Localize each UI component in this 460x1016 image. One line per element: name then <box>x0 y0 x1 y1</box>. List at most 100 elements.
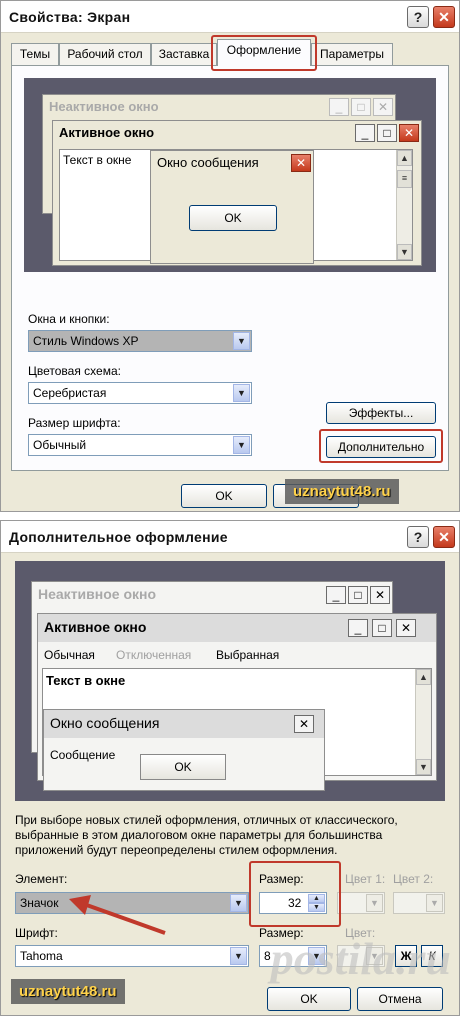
tab-label: Заставка <box>158 47 210 61</box>
watermark: uznaytut48.ru <box>285 479 399 504</box>
close-icon: ✕ <box>294 715 314 733</box>
close-icon: ✕ <box>373 98 393 116</box>
watermark: uznaytut48.ru <box>11 979 125 1004</box>
minimize-icon: _ <box>326 586 346 604</box>
color1-select[interactable]: ▼ <box>337 892 385 914</box>
chevron-down-icon: ▼ <box>230 947 247 965</box>
windows-buttons-select[interactable]: Стиль Windows XP ▼ <box>28 330 252 352</box>
scroll-up-icon: ▲ <box>416 669 431 685</box>
advanced-appearance-dialog: Дополнительное оформление ? ✕ Неактивное… <box>0 520 460 1016</box>
font-label: Шрифт: <box>15 926 58 940</box>
font-size-value: Обычный <box>33 438 87 452</box>
color2-label: Цвет 2: <box>393 872 434 886</box>
preview-message-box: Окно сообщения ✕ Сообщение OK <box>43 709 325 791</box>
tab-highlight <box>211 35 317 71</box>
ok-button[interactable]: OK <box>267 987 351 1011</box>
close-icon: ✕ <box>291 154 311 172</box>
font-size-label: Размер шрифта: <box>28 416 121 430</box>
element-value: Значок <box>20 896 59 910</box>
active-title-bar: Активное окно _ □ ✕ <box>53 121 421 145</box>
inactive-window-title: Неактивное окно <box>38 586 157 602</box>
tab-label: Параметры <box>320 47 384 61</box>
color2-select[interactable]: ▼ <box>393 892 445 914</box>
chevron-down-icon: ▼ <box>233 384 250 402</box>
minimize-icon: _ <box>329 98 349 116</box>
ok-button[interactable]: OK <box>181 484 267 508</box>
message-box-title: Окно сообщения <box>157 155 259 170</box>
font-select[interactable]: Tahoma ▼ <box>15 945 249 967</box>
tab-label: Темы <box>19 47 51 61</box>
appearance-preview: Неактивное окно _ □ ✕ Активное окно _ □ … <box>24 78 436 272</box>
question-icon: ? <box>413 529 423 545</box>
chevron-down-icon: ▼ <box>366 894 383 912</box>
preview-ok-button: OK <box>189 205 277 231</box>
scroll-up-icon: ▲ <box>397 150 412 166</box>
color1-label: Цвет 1: <box>345 872 386 886</box>
effects-button[interactable]: Эффекты... <box>326 402 436 424</box>
cancel-button[interactable]: Отмена <box>357 987 443 1011</box>
active-window-title: Активное окно <box>44 619 147 635</box>
close-icon: ✕ <box>370 586 390 604</box>
message-box-title: Окно сообщения <box>50 715 160 731</box>
maximize-icon: □ <box>372 619 392 637</box>
active-window-title: Активное окно <box>59 125 155 140</box>
font-size-value: 8 <box>264 949 271 963</box>
close-button[interactable]: ✕ <box>433 526 455 548</box>
scroll-down-icon: ▼ <box>416 759 431 775</box>
window-text: Текст в окне <box>63 153 132 167</box>
close-icon: ✕ <box>399 124 419 142</box>
chevron-down-icon: ▼ <box>230 894 247 912</box>
color-scheme-select[interactable]: Серебристая ▼ <box>28 382 252 404</box>
menu-item-disabled: Отключенная <box>116 648 192 662</box>
minimize-icon: _ <box>348 619 368 637</box>
close-icon: ✕ <box>438 529 450 545</box>
preview-scrollbar: ▲ ≡ ▼ <box>396 150 412 260</box>
tab-desktop[interactable]: Рабочий стол <box>59 43 151 65</box>
maximize-icon: □ <box>348 586 368 604</box>
message-text: Сообщение <box>50 748 116 762</box>
windows-buttons-value: Стиль Windows XP <box>33 334 139 348</box>
advanced-preview: Неактивное окно _ □ ✕ Активное окно _ □ … <box>15 561 445 801</box>
inactive-window-title: Неактивное окно <box>49 99 159 114</box>
display-properties-dialog: Свойства: Экран ? ✕ Темы Рабочий стол За… <box>0 0 460 512</box>
windows-buttons-label: Окна и кнопки: <box>28 312 110 326</box>
inactive-title-bar: Неактивное окно _ □ ✕ <box>32 582 392 608</box>
scroll-down-icon: ▼ <box>397 244 412 260</box>
title-bar: Свойства: Экран ? ✕ <box>1 1 459 33</box>
size-highlight <box>249 861 341 927</box>
close-icon: ✕ <box>438 9 450 25</box>
message-title-bar: Окно сообщения ✕ <box>44 710 324 738</box>
maximize-icon: □ <box>377 124 397 142</box>
dialog-title: Свойства: Экран <box>9 9 131 25</box>
postila-watermark: postila.ru <box>270 933 451 984</box>
help-button[interactable]: ? <box>407 6 429 28</box>
chevron-down-icon: ▼ <box>426 894 443 912</box>
tab-settings[interactable]: Параметры <box>311 43 393 65</box>
question-icon: ? <box>413 9 423 25</box>
element-label: Элемент: <box>15 872 68 886</box>
window-text: Текст в окне <box>46 673 126 688</box>
tab-screensaver[interactable]: Заставка <box>151 43 217 65</box>
tab-themes[interactable]: Темы <box>11 43 59 65</box>
message-title-bar: Окно сообщения ✕ <box>151 151 313 175</box>
font-value: Tahoma <box>20 949 63 963</box>
scroll-thumb: ≡ <box>397 170 412 188</box>
advanced-button-highlight <box>319 429 443 463</box>
maximize-icon: □ <box>351 98 371 116</box>
pointer-arrow-icon <box>69 895 166 935</box>
title-bar: Дополнительное оформление ? ✕ <box>1 521 459 553</box>
tab-label: Рабочий стол <box>67 47 143 61</box>
inactive-title-bar: Неактивное окно _ □ ✕ <box>43 95 395 119</box>
menu-item-normal: Обычная <box>44 648 95 662</box>
chevron-down-icon: ▼ <box>233 332 250 350</box>
preview-ok-button: OK <box>140 754 226 780</box>
color-scheme-value: Серебристая <box>33 386 107 400</box>
minimize-icon: _ <box>355 124 375 142</box>
preview-scrollbar: ▲ ▼ <box>415 669 431 775</box>
info-text: При выборе новых стилей оформления, отли… <box>15 813 398 857</box>
preview-message-box: Окно сообщения ✕ OK <box>150 150 314 264</box>
close-button[interactable]: ✕ <box>433 6 455 28</box>
menu-item-selected: Выбранная <box>216 648 280 662</box>
font-size-select[interactable]: Обычный ▼ <box>28 434 252 456</box>
help-button[interactable]: ? <box>407 526 429 548</box>
